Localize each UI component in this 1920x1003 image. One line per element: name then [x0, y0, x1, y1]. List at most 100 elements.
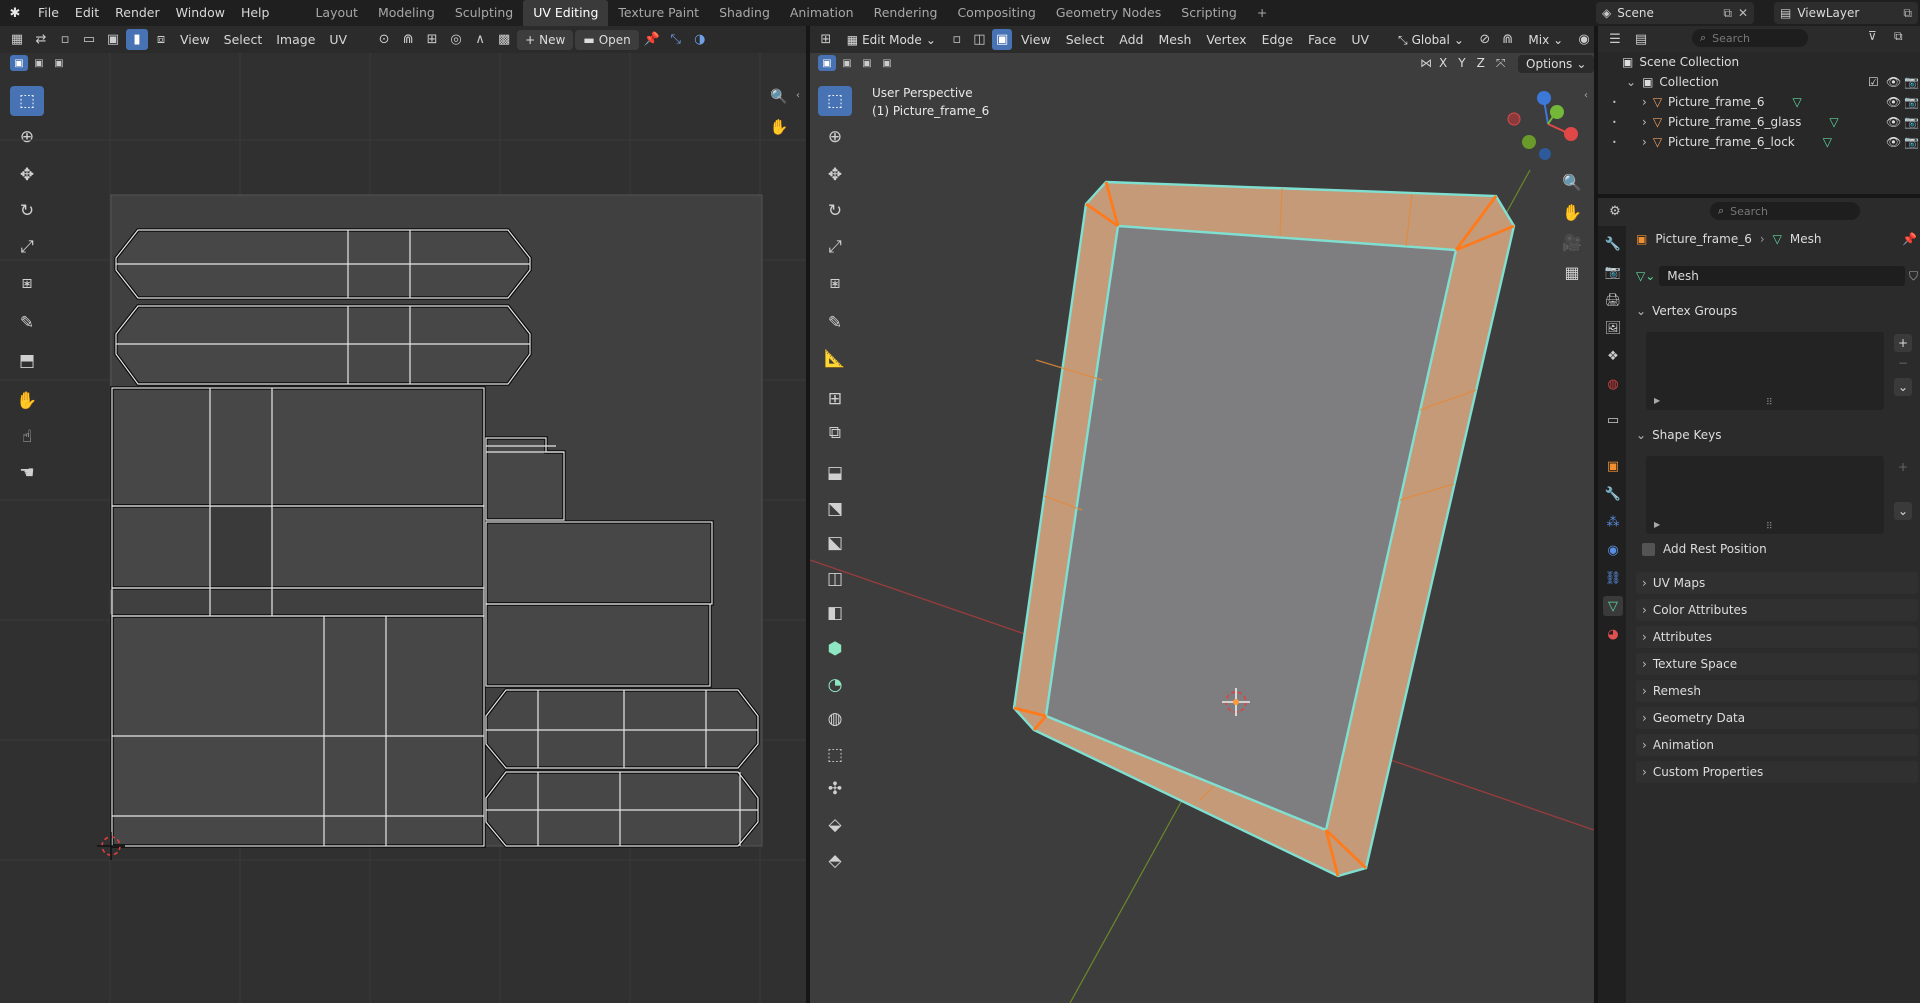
edge-slide-tool[interactable]: ⬚ — [818, 740, 852, 770]
open-image-button[interactable]: ▬ Open — [575, 29, 639, 50]
expand-chevron-icon[interactable]: › — [1642, 115, 1647, 129]
vertex-group-specials-icon[interactable]: ⌄ — [1894, 378, 1912, 396]
gizmo-y-axis[interactable] — [1550, 105, 1564, 119]
expand-chevron-icon[interactable]: › — [1642, 135, 1647, 149]
camera-icon[interactable]: 📷 — [1904, 95, 1919, 109]
uv-menu-uv[interactable]: UV — [323, 29, 353, 50]
uv-island[interactable] — [110, 614, 486, 848]
vp-measure-tool[interactable]: 📐 — [818, 344, 852, 374]
physics-tab-icon[interactable]: ◉ — [1603, 540, 1623, 560]
new-collection-icon[interactable]: ⧉ — [1894, 29, 1903, 44]
data-tab-icon[interactable]: ▽ — [1603, 596, 1623, 616]
collection-tab-icon[interactable]: ▭ — [1603, 410, 1623, 430]
outliner-editor-type-icon[interactable]: ☰ — [1604, 29, 1626, 50]
shape-key-specials-icon[interactable]: ⌄ — [1894, 502, 1912, 520]
editor-type-icon[interactable]: ▦ — [6, 29, 28, 50]
camera-icon[interactable]: 📷 — [1904, 135, 1919, 149]
snap-target-icon[interactable]: ⊞ — [421, 29, 443, 50]
modifier-tab-icon[interactable]: 🔧 — [1603, 484, 1623, 504]
shear-tool[interactable]: ⬙ — [818, 810, 852, 840]
snap-icon[interactable]: ⋒ — [397, 29, 419, 50]
scene-tab-icon[interactable]: ❖ — [1603, 346, 1623, 366]
vp-menu-edge[interactable]: Edge — [1256, 29, 1299, 50]
output-tab-icon[interactable]: 🖨 — [1603, 290, 1623, 310]
view-layer-tab-icon[interactable]: 🖼 — [1603, 318, 1623, 338]
vertex-mode-icon[interactable]: ▫ — [947, 29, 967, 50]
vp-annotate-tool[interactable]: ✎ — [818, 308, 852, 338]
add-vertex-group-icon[interactable]: + — [1894, 334, 1912, 352]
panel-shape-keys[interactable]: ⌄ Shape Keys — [1636, 424, 1918, 446]
knife-tool[interactable]: ◫ — [818, 564, 852, 594]
gizmo-neg-x-axis[interactable] — [1507, 112, 1521, 126]
tab-modeling[interactable]: Modeling — [368, 0, 445, 26]
checkbox-icon[interactable]: ☑ — [1868, 75, 1879, 89]
snap-toggle-icon[interactable]: ⋒ — [1498, 29, 1518, 50]
menu-render[interactable]: Render — [107, 0, 168, 26]
ortho-toggle-icon[interactable]: ▦ — [1558, 258, 1586, 286]
eye-icon[interactable]: 👁 — [1886, 135, 1901, 149]
eye-icon[interactable]: 👁 — [1886, 75, 1901, 89]
fake-user-icon[interactable]: ⛉ — [1909, 269, 1918, 284]
vp-menu-select[interactable]: Select — [1060, 29, 1111, 50]
uv-island[interactable] — [110, 504, 486, 590]
delete-scene-icon[interactable]: ✕ — [1738, 6, 1748, 20]
proportional-falloff[interactable]: Mix ⌄ — [1520, 29, 1572, 50]
panel-geometry-data[interactable]: › Geometry Data — [1636, 707, 1918, 729]
mode-selector[interactable]: ▦ Edit Mode ⌄ — [838, 29, 944, 50]
navigation-gizmo[interactable] — [1507, 91, 1578, 160]
edge-select-icon[interactable]: ▭ — [78, 29, 100, 50]
panel-texture-space[interactable]: › Texture Space — [1636, 653, 1918, 675]
spin-tool[interactable]: ◔ — [818, 670, 852, 700]
mesh-name-input[interactable]: Mesh — [1659, 266, 1905, 286]
add-cube-tool[interactable]: ⊞ — [818, 384, 852, 414]
viewport-editor-type-icon[interactable]: ⊞ — [816, 29, 836, 50]
outliner-object-row[interactable]: • › ▽ Picture_frame_6_glass ▽ 👁 📷 — [1612, 112, 1919, 132]
outliner-object-row[interactable]: • › ▽ Picture_frame_6 ▽ 👁 📷 — [1612, 92, 1919, 112]
object-tab-icon[interactable]: ▣ — [1603, 456, 1623, 476]
vp-menu-face[interactable]: Face — [1302, 29, 1342, 50]
vp-cursor-tool[interactable]: ⊕ — [818, 122, 852, 152]
extrude-tool[interactable]: ⧉ — [818, 418, 852, 448]
shape-keys-list[interactable] — [1646, 456, 1884, 534]
edge-mode-icon[interactable]: ◫ — [970, 29, 990, 50]
eye-icon[interactable]: 👁 — [1886, 95, 1901, 109]
vp-menu-view[interactable]: View — [1015, 29, 1057, 50]
camera-icon[interactable]: 📷 — [1904, 115, 1919, 129]
outliner-scene-collection[interactable]: ▣ Scene Collection — [1620, 52, 1918, 72]
filter-icon[interactable]: ⊽ — [1868, 29, 1877, 43]
island-select-icon[interactable]: ▮ — [126, 29, 148, 50]
sticky-select-icon[interactable]: ⧈ — [150, 29, 172, 50]
mesh-datablock-field[interactable]: ▽⌄ Mesh ⛉ — [1636, 266, 1918, 286]
panel-custom-properties[interactable]: › Custom Properties — [1636, 761, 1918, 783]
uv-island[interactable] — [114, 304, 532, 386]
tab-rendering[interactable]: Rendering — [864, 0, 948, 26]
transform-orientation[interactable]: ⤡ Global ⌄ — [1389, 29, 1472, 50]
vertex-select-icon[interactable]: ▫ — [54, 29, 76, 50]
remove-vertex-group-icon[interactable]: − — [1894, 354, 1912, 372]
outliner-object-row[interactable]: • › ▽ Picture_frame_6_lock ▽ 👁 📷 — [1612, 132, 1919, 152]
new-viewlayer-icon[interactable]: ⧉ — [1903, 6, 1912, 21]
vp-menu-add[interactable]: Add — [1113, 29, 1149, 50]
sync-selection-icon[interactable]: ⇄ — [30, 29, 52, 50]
menu-help[interactable]: Help — [233, 0, 278, 26]
world-tab-icon[interactable]: ◍ — [1603, 374, 1623, 394]
list-expand-icon[interactable]: ▶ — [1654, 520, 1660, 529]
panel-vertex-groups[interactable]: ⌄ Vertex Groups — [1636, 300, 1918, 322]
new-image-button[interactable]: + New — [517, 29, 574, 50]
uv-island[interactable] — [484, 602, 712, 688]
uv-island[interactable] — [484, 436, 566, 522]
gizmo-z-axis[interactable] — [1537, 91, 1551, 105]
menu-window[interactable]: Window — [168, 0, 233, 26]
inset-tool[interactable]: ⬓ — [818, 458, 852, 488]
constraints-tab-icon[interactable]: ⛓ — [1603, 568, 1623, 588]
loop-cut-tool[interactable]: ⬕ — [818, 528, 852, 558]
smooth-tool[interactable]: ◍ — [818, 704, 852, 734]
pin-icon[interactable]: 📌 — [1902, 232, 1917, 246]
tab-uv-editing[interactable]: UV Editing — [523, 0, 609, 26]
tab-layout[interactable]: Layout — [305, 0, 368, 26]
mesh-browse-icon[interactable]: ▽⌄ — [1636, 269, 1655, 283]
outliner-collection[interactable]: ⌄ ▣ Collection ☑ 👁 📷 — [1620, 72, 1919, 92]
bisect-tool[interactable]: ◧ — [818, 598, 852, 628]
new-scene-icon[interactable]: ⧉ — [1723, 6, 1732, 21]
list-resize-handle[interactable]: ⠿ — [1766, 398, 1773, 408]
